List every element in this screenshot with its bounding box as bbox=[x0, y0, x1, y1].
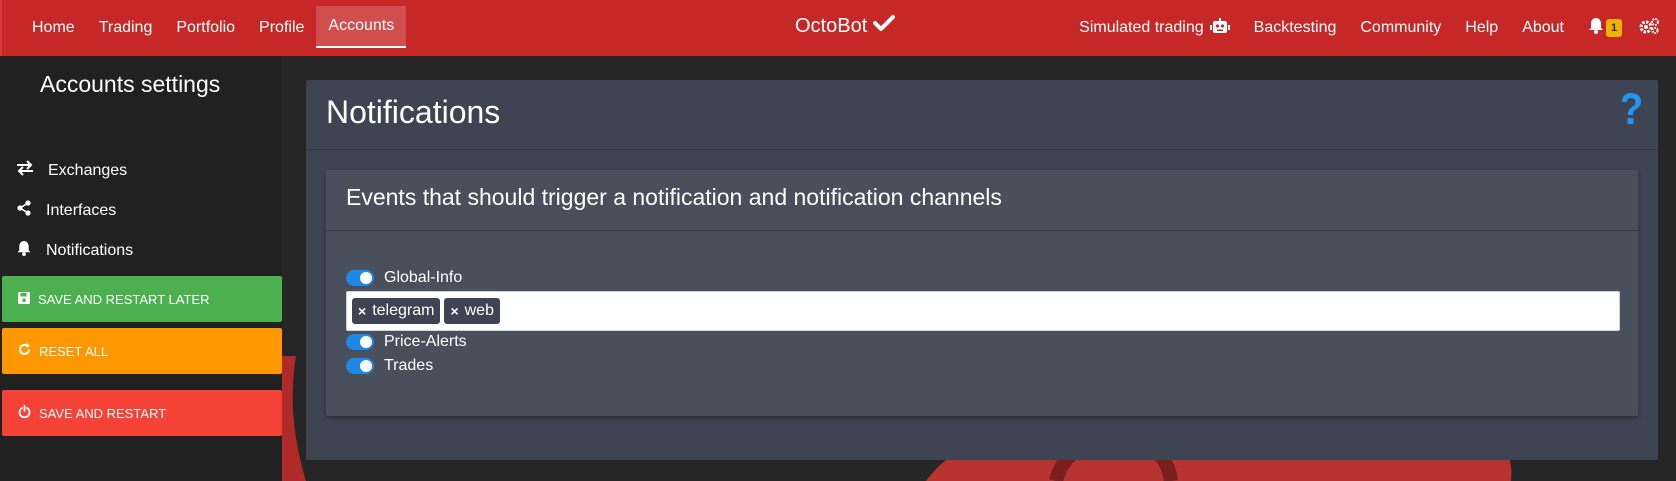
nav-accounts[interactable]: Accounts bbox=[316, 6, 407, 48]
notifications-card: Notifications Events that should trigger… bbox=[306, 80, 1658, 460]
sidebar-item-label: Interfaces bbox=[46, 201, 117, 219]
notifications-button[interactable]: 1 bbox=[1576, 17, 1630, 39]
floppy-icon bbox=[18, 291, 30, 307]
nav-help[interactable]: Help bbox=[1453, 0, 1510, 56]
event-label: Global-Info bbox=[384, 269, 463, 286]
robot-icon bbox=[1209, 17, 1230, 39]
check-icon bbox=[873, 14, 896, 38]
question-icon[interactable] bbox=[1618, 92, 1644, 131]
nav-profile[interactable]: Profile bbox=[247, 0, 316, 56]
nav-left-group: Home Trading Portfolio Profile Accounts bbox=[2, 0, 407, 56]
refresh-icon bbox=[18, 343, 31, 359]
card-header: Notifications bbox=[306, 80, 1658, 150]
save-and-restart-later-button[interactable]: SAVE AND RESTART LATER bbox=[2, 276, 282, 322]
channel-tag-telegram: × telegram bbox=[352, 298, 441, 324]
nav-community[interactable]: Community bbox=[1348, 0, 1453, 56]
save-and-restart-label: SAVE AND RESTART bbox=[39, 405, 167, 421]
sidebar-title: Accounts settings bbox=[40, 71, 221, 97]
share-icon bbox=[16, 200, 32, 221]
price-alerts-toggle[interactable] bbox=[346, 334, 374, 350]
event-row-price-alerts: Price-Alerts bbox=[346, 333, 467, 351]
save-and-restart-later-label: SAVE AND RESTART LATER bbox=[38, 291, 210, 307]
remove-tag-icon[interactable]: × bbox=[450, 303, 458, 319]
trades-toggle[interactable] bbox=[346, 358, 374, 374]
nav-about[interactable]: About bbox=[1510, 0, 1576, 56]
reset-all-button[interactable]: RESET ALL bbox=[2, 328, 282, 374]
event-row-global-info: Global-Info bbox=[346, 269, 462, 287]
sidebar: Accounts settings Exchanges Interfaces N… bbox=[0, 56, 282, 481]
remove-tag-icon[interactable]: × bbox=[358, 303, 366, 319]
event-row-trades: Trades bbox=[346, 357, 433, 375]
power-icon bbox=[18, 404, 31, 421]
sidebar-item-exchanges[interactable]: Exchanges bbox=[16, 160, 127, 181]
event-label: Trades bbox=[384, 357, 434, 374]
tag-label: web bbox=[464, 302, 494, 319]
bell-icon bbox=[1588, 17, 1604, 39]
sidebar-item-interfaces[interactable]: Interfaces bbox=[16, 200, 116, 221]
reset-all-label: RESET ALL bbox=[39, 343, 109, 359]
section-header: Events that should trigger a notificatio… bbox=[326, 170, 1638, 231]
top-navbar: Home Trading Portfolio Profile Accounts … bbox=[0, 0, 1676, 56]
brand-name: OctoBot bbox=[795, 14, 868, 37]
notification-badge: 1 bbox=[1606, 19, 1622, 37]
sidebar-item-label: Notifications bbox=[46, 241, 134, 259]
nav-backtesting[interactable]: Backtesting bbox=[1242, 0, 1349, 56]
sidebar-item-label: Exchanges bbox=[48, 161, 128, 179]
nav-trading[interactable]: Trading bbox=[87, 0, 165, 56]
bell-icon bbox=[16, 240, 32, 261]
page-title: Notifications bbox=[326, 94, 501, 130]
global-info-toggle[interactable] bbox=[346, 270, 374, 286]
sidebar-item-notifications[interactable]: Notifications bbox=[16, 240, 133, 261]
nav-portfolio[interactable]: Portfolio bbox=[164, 0, 247, 56]
nav-home[interactable]: Home bbox=[20, 0, 87, 56]
exchange-icon bbox=[16, 160, 34, 181]
tag-label: telegram bbox=[372, 302, 435, 319]
save-and-restart-button[interactable]: SAVE AND RESTART bbox=[2, 390, 282, 436]
channel-tag-web: × web bbox=[444, 298, 500, 324]
nav-simulated-trading[interactable]: Simulated trading bbox=[1067, 0, 1242, 56]
section-title: Events that should trigger a notificatio… bbox=[346, 184, 1002, 210]
gears-icon bbox=[1638, 17, 1660, 40]
nav-right-group: Simulated trading Backtesting Community … bbox=[1067, 0, 1676, 56]
event-label: Price-Alerts bbox=[384, 333, 467, 350]
nav-simulated-trading-label: Simulated trading bbox=[1079, 19, 1204, 36]
channels-input[interactable]: × telegram × web bbox=[346, 291, 1620, 331]
settings-button[interactable] bbox=[1630, 17, 1676, 40]
events-section: Events that should trigger a notificatio… bbox=[326, 170, 1638, 416]
brand[interactable]: OctoBot bbox=[795, 14, 896, 38]
